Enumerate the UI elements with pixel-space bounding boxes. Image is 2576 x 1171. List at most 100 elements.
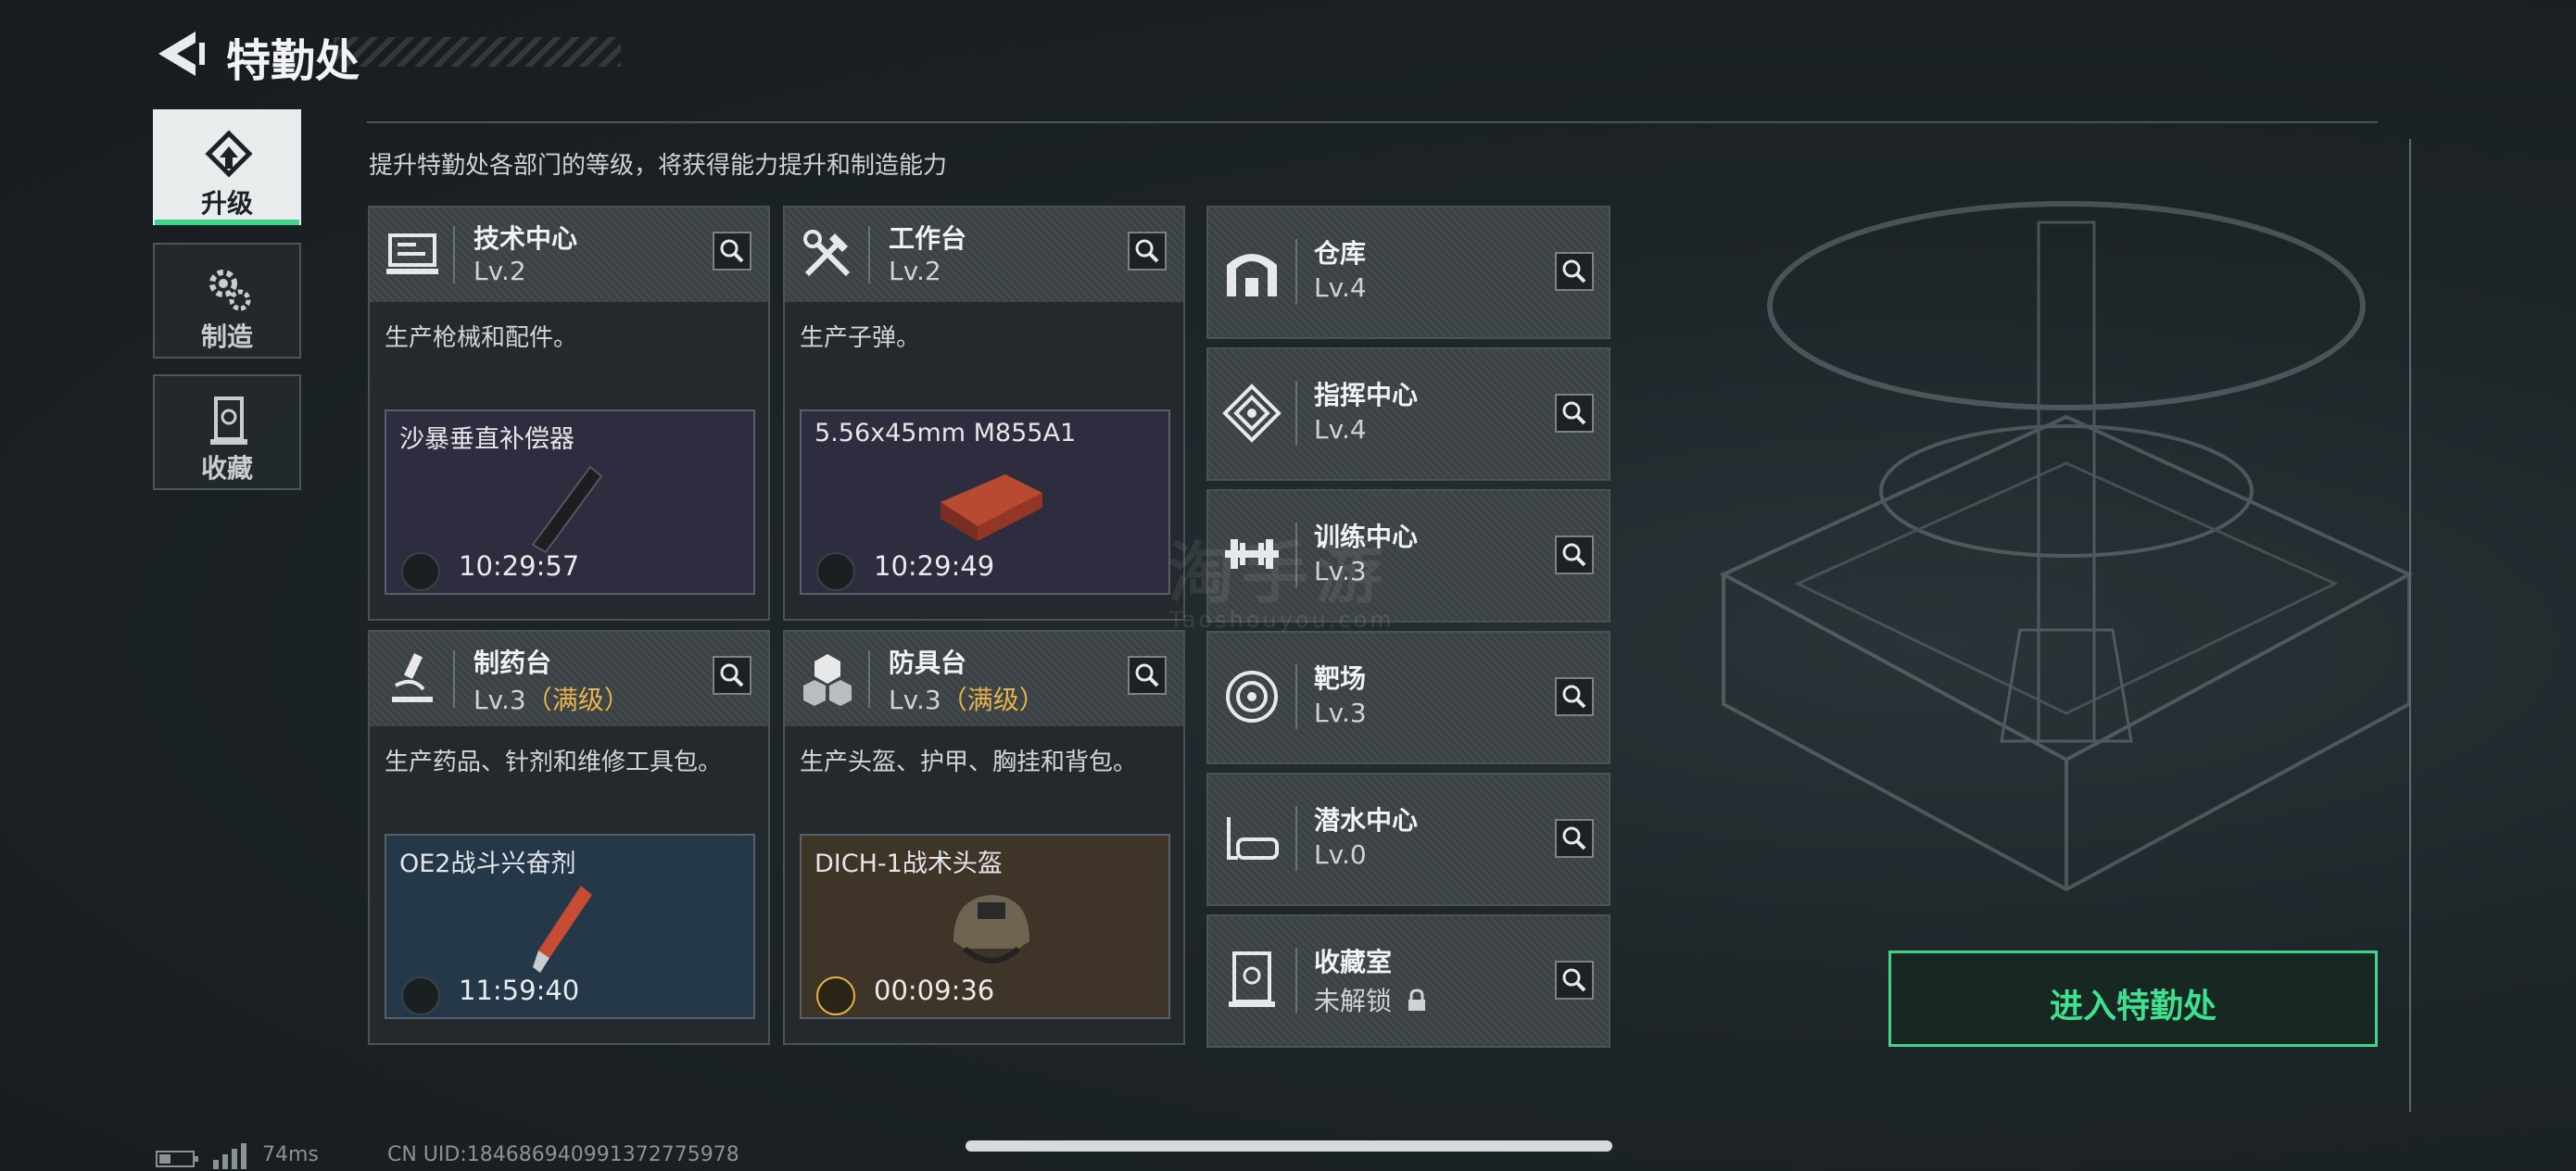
card-level: Lv.3（满级） [474, 685, 630, 715]
watermark-url: Taoshouyou.com [1169, 607, 1395, 633]
facility-name: 仓库 [1314, 238, 1367, 269]
separator [1295, 664, 1297, 729]
home-indicator[interactable] [966, 1140, 1612, 1152]
card-header: 制药台 Lv.3（满级） [370, 632, 768, 726]
search-icon [1562, 259, 1586, 283]
search-icon [1562, 685, 1586, 709]
search-button[interactable] [1555, 677, 1594, 716]
title-decoration [334, 37, 621, 67]
card-header: 技术中心 Lv.2 [370, 208, 768, 302]
facility-collection-room[interactable]: 收藏室 未解锁 [1206, 914, 1610, 1048]
user-uid: CN UID:18468694099137​2775978 [387, 1143, 739, 1166]
warehouse-icon [1227, 254, 1277, 296]
max-level-tag: （满级） [941, 685, 1045, 715]
watermark: 淘手游 [1168, 535, 1391, 612]
facility-hologram [1719, 201, 2414, 892]
tab-upgrade[interactable]: 升级 [153, 109, 301, 225]
card-workbench[interactable]: 工作台 Lv.2 生产子弹。 5.56x45mm M855A1 10:29:49 [783, 206, 1185, 621]
max-level-tag: （满级） [525, 685, 630, 715]
facility-name: 潜水中心 [1314, 805, 1419, 836]
search-button[interactable] [1555, 252, 1594, 291]
item-name: OE2战斗兴奋剂 [399, 850, 576, 878]
battery-icon [156, 1151, 198, 1167]
countdown-timer: 11:59:40 [459, 975, 580, 1006]
search-button[interactable] [1555, 535, 1594, 574]
search-button[interactable] [1128, 232, 1167, 271]
card-name: 工作台 [889, 223, 967, 254]
card-header: 防具台 Lv.3（满级） [785, 632, 1183, 726]
card-armor-bench[interactable]: 防具台 Lv.3（满级） 生产头盔、护甲、胸挂和背包。 DICH-1战术头盔 0… [783, 630, 1185, 1045]
tab-craft[interactable]: 制造 [153, 243, 301, 359]
section-description: 提升特勤处各部门的等级，将获得能力提升和制造能力 [369, 152, 948, 180]
separator [453, 226, 455, 283]
separator [1295, 239, 1297, 304]
card-name: 技术中心 [474, 223, 578, 254]
search-icon [1562, 543, 1586, 567]
tab-collection[interactable]: 收藏 [153, 374, 301, 490]
card-level: Lv.2 [474, 256, 526, 286]
wrench-icon [816, 552, 855, 591]
separator [453, 650, 455, 708]
countdown-timer: 00:09:36 [874, 975, 995, 1006]
countdown-timer: 10:29:57 [459, 550, 580, 582]
production-slot[interactable]: DICH-1战术头盔 00:09:36 [800, 834, 1170, 1019]
lock-icon [1408, 988, 1425, 1011]
tools-icon [803, 230, 851, 277]
search-button[interactable] [1128, 656, 1167, 695]
facility-command-center[interactable]: 指挥中心 Lv.4 [1206, 347, 1610, 481]
search-icon [1135, 239, 1159, 263]
collection-icon [210, 397, 247, 445]
card-level: Lv.2 [889, 256, 941, 286]
separator [1295, 948, 1297, 1013]
enter-button-label: 进入特勤处 [2049, 988, 2216, 1026]
card-level: Lv.3（满级） [889, 685, 1045, 715]
ammo-box-image [941, 474, 1042, 541]
injector-image [533, 886, 592, 973]
facility-level: Lv.4 [1314, 272, 1367, 303]
active-tab-indicator [155, 220, 299, 225]
card-name: 制药台 [474, 648, 552, 678]
item-name: 沙暴垂直补偿器 [399, 425, 575, 454]
search-button[interactable] [1555, 394, 1594, 433]
card-tech-center[interactable]: 技术中心 Lv.2 生产枪械和配件。 沙暴垂直补偿器 10:29:57 [368, 206, 770, 621]
compensator-image [531, 465, 603, 554]
page-title: 特勤处 [226, 35, 360, 87]
upgrade-icon [205, 130, 253, 178]
separator [868, 650, 870, 708]
deco-line [2409, 139, 2411, 1112]
wrench-icon [816, 976, 855, 1015]
microscope-icon [392, 653, 433, 702]
search-button[interactable] [1555, 961, 1594, 1000]
search-button[interactable] [1555, 819, 1594, 858]
separator [1295, 381, 1297, 446]
search-button[interactable] [713, 232, 751, 271]
gears-icon [209, 270, 251, 311]
search-icon [1562, 826, 1586, 850]
item-name: DICH-1战术头盔 [814, 850, 1003, 878]
separator [868, 226, 870, 283]
facility-warehouse[interactable]: 仓库 Lv.4 [1206, 206, 1610, 339]
vault-icon [1229, 951, 1275, 1007]
diving-mask-icon [1227, 817, 1279, 860]
production-slot[interactable]: 5.56x45mm M855A1 10:29:49 [800, 409, 1170, 595]
search-icon [720, 663, 744, 687]
separator [1295, 806, 1297, 871]
card-description: 生产子弹。 [800, 324, 921, 352]
facility-name: 靶场 [1314, 663, 1367, 694]
back-arrow-icon[interactable] [153, 28, 208, 80]
enter-special-ops-button[interactable]: 进入特勤处 [1888, 951, 2378, 1047]
helmet-image [953, 895, 1029, 963]
card-name: 防具台 [889, 648, 967, 678]
card-pharmacy[interactable]: 制药台 Lv.3（满级） 生产药品、针剂和维修工具包。 OE2战斗兴奋剂 11:… [368, 630, 770, 1045]
target-icon [1226, 671, 1278, 723]
facility-level: Lv.3 [1314, 698, 1367, 728]
production-slot[interactable]: 沙暴垂直补偿器 10:29:57 [385, 409, 755, 595]
search-button[interactable] [713, 656, 751, 695]
production-slot[interactable]: OE2战斗兴奋剂 11:59:40 [385, 834, 755, 1019]
facility-shooting-range[interactable]: 靶场 Lv.3 [1206, 631, 1610, 764]
card-description: 生产药品、针剂和维修工具包。 [385, 749, 723, 776]
facility-diving-center[interactable]: 潜水中心 Lv.0 [1206, 773, 1610, 906]
ping-value: 74ms [262, 1143, 319, 1166]
search-icon [1562, 401, 1586, 425]
card-description: 生产头盔、护甲、胸挂和背包。 [800, 749, 1138, 776]
